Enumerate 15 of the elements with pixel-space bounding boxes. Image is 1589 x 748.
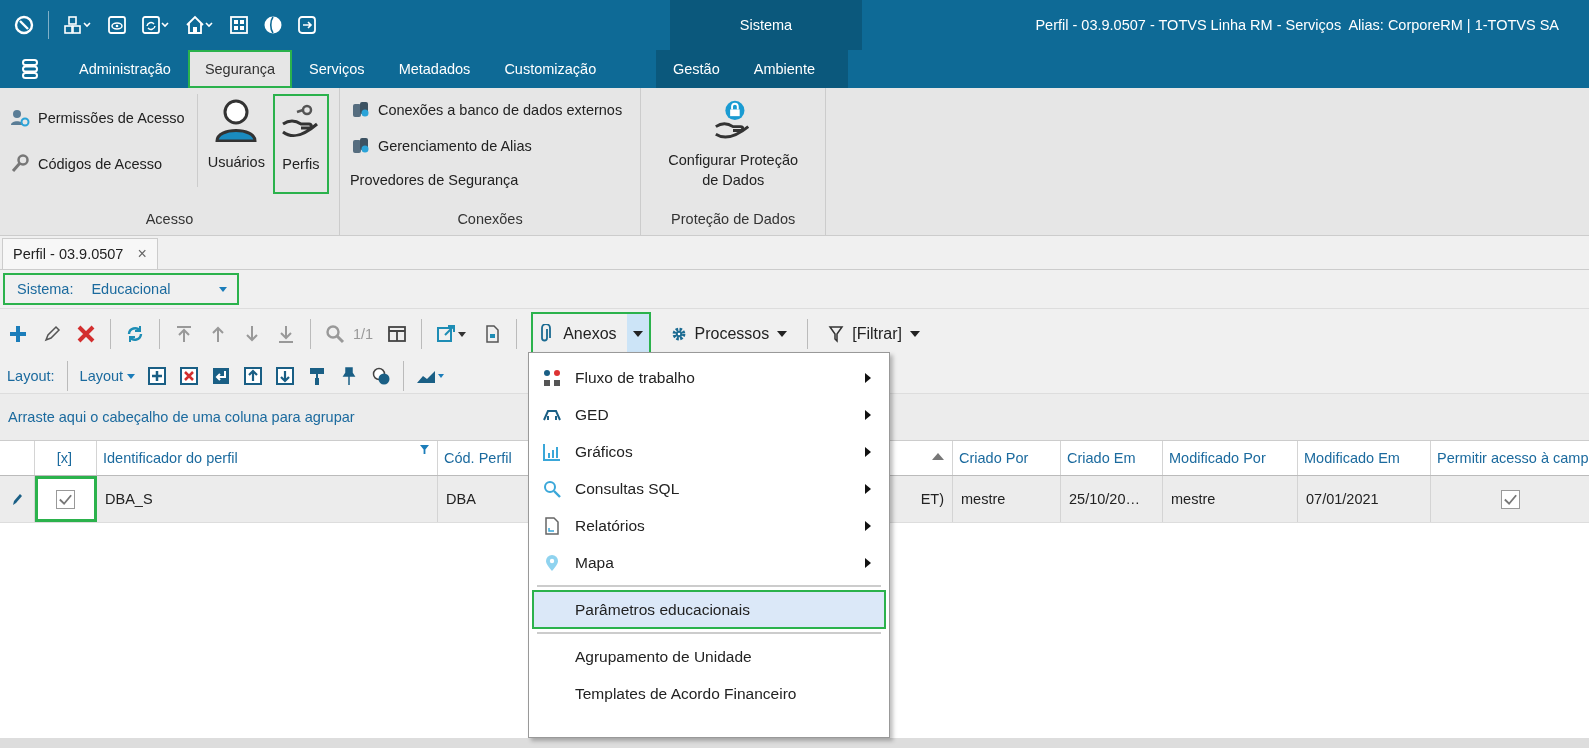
table-cell: mestre [1171, 491, 1216, 507]
window-title: Perfil - 03.9.0507 - TOTVS Linha RM - Serviços Alias: CorporeRM | 1-TOTVS SA [1035, 17, 1559, 33]
group-hint: Arraste aqui o cabeçalho de uma coluna para agrupar [8, 409, 355, 425]
table-cell: mestre [961, 491, 1006, 507]
record-counter: 1/1 [353, 326, 374, 342]
layout-label: Layout: [7, 368, 55, 384]
table-cell: DBA [446, 491, 476, 507]
table-cell: 07/01/2021 [1306, 491, 1379, 507]
table-cell: DBA_S [105, 491, 153, 507]
ribbon-group-label: Conexões [456, 211, 524, 229]
context-group-label: Sistema [739, 17, 793, 33]
ribbon-group-label: Proteção de Dados [670, 211, 797, 229]
ribbon-group-label: Acesso [144, 211, 195, 229]
table-cell: 25/10/20… [1069, 491, 1140, 507]
table-cell: ET) [920, 491, 944, 507]
